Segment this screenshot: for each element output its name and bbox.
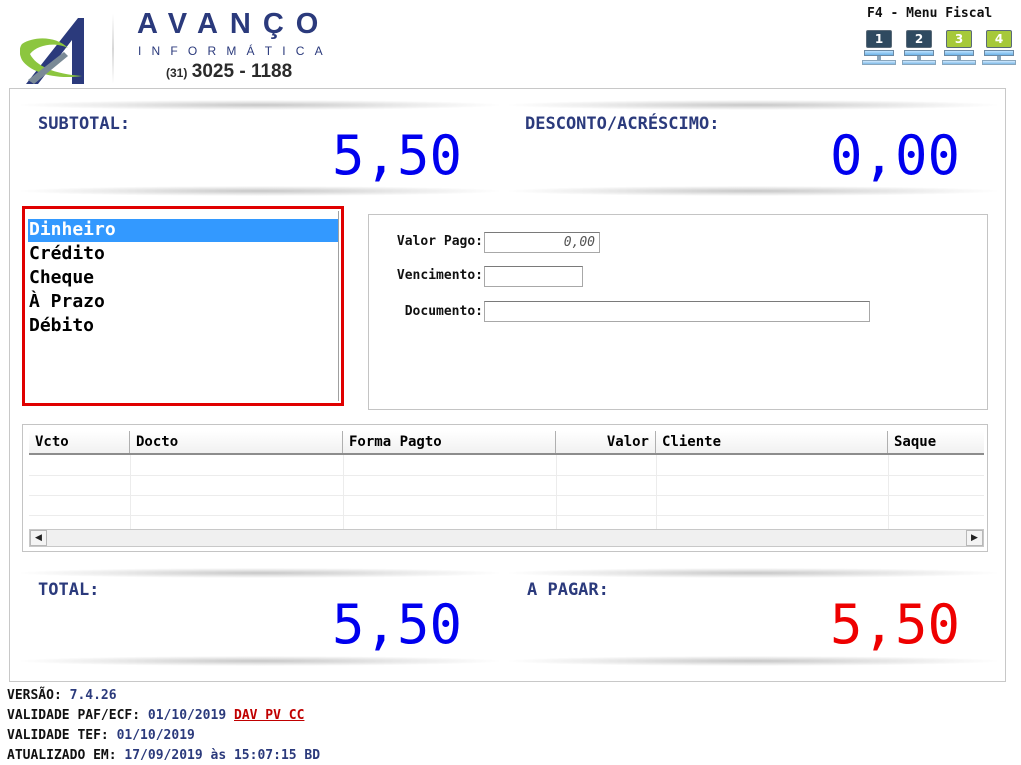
payments-grid[interactable]: Vcto Docto Forma Pagto Valor Cliente Saq… <box>22 424 988 552</box>
payment-method-dinheiro[interactable]: Dinheiro <box>28 219 338 242</box>
validade-paf-line: VALIDADE PAF/ECF: 01/10/2019 DAV PV CC <box>7 706 320 726</box>
total-value: 5,50 <box>331 593 462 656</box>
validade-tef-value: 01/10/2019 <box>116 728 195 743</box>
column-header-vcto[interactable]: Vcto <box>29 431 130 453</box>
terminal-3-icon[interactable]: 3 <box>942 30 976 70</box>
terminal-4-label: 4 <box>986 30 1012 48</box>
app-header: AVANÇO INFORMÁTICA (31) 3025 - 1188 F4 -… <box>0 0 1021 90</box>
validade-paf-value: 01/10/2019 <box>147 708 227 723</box>
version-footer: VERSÃO: 7.4.26 VALIDADE PAF/ECF: 01/10/2… <box>7 686 320 765</box>
total-label: TOTAL: <box>38 580 100 600</box>
menu-fiscal-shortcut[interactable]: F4 - Menu Fiscal <box>867 6 992 21</box>
terminal-1-label: 1 <box>866 30 892 48</box>
terminal-1-icon[interactable]: 1 <box>862 30 896 70</box>
terminal-3-label: 3 <box>946 30 972 48</box>
brand-name: AVANÇO <box>137 8 331 40</box>
vencimento-label: Vencimento: <box>396 268 483 283</box>
horizontal-scrollbar[interactable]: ◀ ▶ <box>29 529 984 547</box>
subtotal-shadow-top <box>20 100 500 110</box>
phone-number: 3025 - 1188 <box>191 61 293 82</box>
to-pay-shadow-bottom <box>508 656 998 666</box>
version-line: VERSÃO: 7.4.26 <box>7 686 320 706</box>
grid-header: Vcto Docto Forma Pagto Valor Cliente Saq… <box>29 431 984 455</box>
to-pay-value: 5,50 <box>829 593 960 656</box>
validade-tef-line: VALIDADE TEF: 01/10/2019 <box>7 726 320 746</box>
payment-form: Valor Pago: Vencimento: Documento: <box>368 214 988 410</box>
terminal-2-icon[interactable]: 2 <box>902 30 936 70</box>
discount-label: DESCONTO/ACRÉSCIMO: <box>525 114 720 134</box>
terminal-icons: 1 2 3 4 <box>862 30 1018 74</box>
documento-label: Documento: <box>404 304 483 319</box>
table-row[interactable] <box>29 496 984 516</box>
vencimento-input[interactable] <box>484 266 583 287</box>
column-header-docto[interactable]: Docto <box>130 431 343 453</box>
to-pay-label: A PAGAR: <box>527 580 609 600</box>
version-label: VERSÃO: <box>7 688 62 703</box>
atualizado-label: ATUALIZADO EM: <box>7 748 117 763</box>
valor-pago-label: Valor Pago: <box>396 234 483 249</box>
column-header-saque[interactable]: Saque <box>888 431 984 453</box>
discount-shadow-top <box>508 100 998 110</box>
table-row[interactable] <box>29 476 984 496</box>
terminal-2-label: 2 <box>906 30 932 48</box>
valor-pago-input[interactable] <box>484 232 600 253</box>
column-header-valor[interactable]: Valor <box>556 431 656 453</box>
discount-shadow-bottom <box>508 186 998 196</box>
dav-flags: DAV PV CC <box>234 708 305 723</box>
avanco-logo-icon <box>20 18 84 84</box>
atualizado-value: 17/09/2019 às 15:07:15 BD <box>124 748 321 763</box>
subtotal-shadow-bottom <box>20 186 500 196</box>
payment-method-a-prazo[interactable]: À Prazo <box>28 291 338 314</box>
logo-divider <box>112 14 114 84</box>
terminal-4-icon[interactable]: 4 <box>982 30 1016 70</box>
column-header-cliente[interactable]: Cliente <box>656 431 888 453</box>
scroll-left-icon[interactable]: ◀ <box>30 530 47 546</box>
payment-method-credito[interactable]: Crédito <box>28 243 338 266</box>
table-row[interactable] <box>29 456 984 476</box>
validade-paf-label: VALIDADE PAF/ECF: <box>7 708 141 723</box>
total-shadow-top <box>20 568 500 578</box>
atualizado-line: ATUALIZADO EM: 17/09/2019 às 15:07:15 BD <box>7 746 320 765</box>
version-value: 7.4.26 <box>69 688 117 703</box>
total-shadow-bottom <box>20 656 500 666</box>
documento-input[interactable] <box>484 301 870 322</box>
brand-phone: (31) 3025 - 1188 <box>166 61 292 83</box>
payment-method-list[interactable]: Dinheiro Crédito Cheque À Prazo Débito <box>22 206 344 406</box>
brand-subtitle: INFORMÁTICA <box>138 44 333 58</box>
column-header-forma-pagto[interactable]: Forma Pagto <box>343 431 556 453</box>
validade-tef-label: VALIDADE TEF: <box>7 728 109 743</box>
scroll-right-icon[interactable]: ▶ <box>966 530 983 546</box>
subtotal-label: SUBTOTAL: <box>38 114 131 134</box>
payment-method-cheque[interactable]: Cheque <box>28 267 338 290</box>
subtotal-value: 5,50 <box>331 124 462 187</box>
phone-area-code: (31) <box>166 66 188 80</box>
discount-value: 0,00 <box>829 124 960 187</box>
payment-method-debito[interactable]: Débito <box>28 315 338 338</box>
to-pay-shadow-top <box>508 568 998 578</box>
